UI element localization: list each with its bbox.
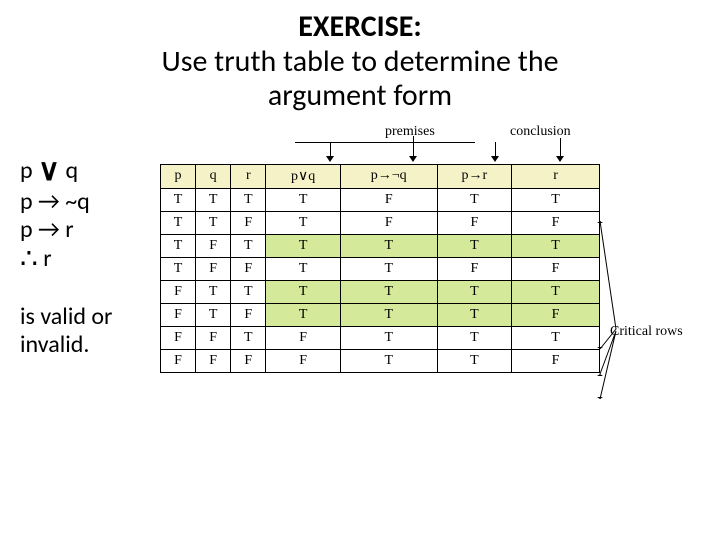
th-pnq: p→¬q: [340, 164, 437, 188]
th-r: r: [231, 164, 266, 188]
table-cell: T: [512, 280, 600, 303]
valid-l1: is valid or: [20, 302, 112, 331]
premises-arrow3-head: [491, 156, 499, 162]
table-cell: T: [340, 349, 437, 372]
label-conclusion: conclusion: [510, 124, 571, 140]
valid-l2: invalid.: [20, 330, 89, 359]
th-q: q: [196, 164, 231, 188]
table-cell: T: [340, 326, 437, 349]
table-cell: T: [340, 257, 437, 280]
table-cell: T: [266, 257, 341, 280]
truth-table-wrap: premises conclusion p: [160, 124, 600, 373]
table-row: FTFTTTF: [161, 303, 600, 326]
table-cell: T: [161, 211, 196, 234]
th-p: p: [161, 164, 196, 188]
table-cell: F: [512, 257, 600, 280]
th-pvq: p∨q: [266, 164, 341, 188]
title-line1: EXERCISE:: [298, 8, 421, 45]
table-cell: T: [196, 211, 231, 234]
table-cell: T: [161, 257, 196, 280]
table-cell: T: [437, 303, 512, 326]
table-cell: F: [512, 211, 600, 234]
table-cell: F: [231, 303, 266, 326]
table-cell: T: [196, 303, 231, 326]
table-cell: T: [266, 234, 341, 257]
table-cell: T: [437, 280, 512, 303]
table-cell: T: [231, 188, 266, 211]
table-cell: F: [196, 257, 231, 280]
table-cell: T: [196, 280, 231, 303]
table-cell: T: [161, 188, 196, 211]
table-cell: T: [512, 188, 600, 211]
table-row: TFTTTTT: [161, 234, 600, 257]
table-cell: F: [161, 326, 196, 349]
table-cell: F: [196, 234, 231, 257]
slide-title: EXERCISE: Use truth table to determine t…: [0, 0, 720, 114]
table-cell: T: [340, 280, 437, 303]
table-cell: T: [266, 188, 341, 211]
table-cell: F: [161, 280, 196, 303]
table-cell: T: [437, 349, 512, 372]
table-cell: T: [231, 326, 266, 349]
table-cell: T: [266, 280, 341, 303]
th-pr: p→r: [437, 164, 512, 188]
table-cell: T: [437, 234, 512, 257]
table-cell: F: [340, 188, 437, 211]
table-cell: T: [340, 234, 437, 257]
title-line3: argument form: [268, 77, 452, 114]
table-row: TTFTFFF: [161, 211, 600, 234]
premises-label-stem: [413, 136, 414, 142]
label-critical-rows: Critical rows: [610, 324, 683, 340]
arg-line4: ∴ r: [20, 244, 52, 273]
table-cell: F: [512, 303, 600, 326]
table-row: TTTTFTT: [161, 188, 600, 211]
premises-arrow1-head: [326, 156, 334, 162]
arg-line3: p → r: [20, 215, 74, 244]
table-row: FFTFTTT: [161, 326, 600, 349]
table-cell: F: [512, 349, 600, 372]
table-row: TFFTTFF: [161, 257, 600, 280]
truth-table: p q r p∨q p→¬q p→r r TTTTFTTTTFTFFFTFTTT…: [160, 164, 600, 373]
table-header-row: p q r p∨q p→¬q p→r r: [161, 164, 600, 188]
table-row: FTTTTTT: [161, 280, 600, 303]
table-cell: F: [231, 349, 266, 372]
table-row: FFFFTTF: [161, 349, 600, 372]
table-cell: T: [437, 188, 512, 211]
table-cell: F: [266, 326, 341, 349]
label-premises: premises: [385, 124, 435, 140]
table-cell: F: [196, 326, 231, 349]
conclusion-arrow-head: [556, 156, 564, 162]
table-cell: T: [266, 303, 341, 326]
table-cell: T: [340, 303, 437, 326]
table-cell: F: [437, 257, 512, 280]
table-cell: T: [161, 234, 196, 257]
table-cell: T: [512, 234, 600, 257]
valid-question: is valid or invalid.: [20, 303, 150, 358]
title-line2: Use truth table to determine the: [161, 43, 558, 80]
conclusion-arrow-stem: [560, 138, 561, 158]
table-cell: F: [161, 349, 196, 372]
table-cell: F: [161, 303, 196, 326]
argument-lines: p ∨ q p → ~q p → r ∴ r: [20, 154, 150, 276]
premises-brace-line: [295, 142, 475, 143]
table-cell: F: [196, 349, 231, 372]
table-cell: T: [231, 280, 266, 303]
arg-line1: p ∨ q: [20, 156, 78, 185]
table-cell: F: [266, 349, 341, 372]
argument-block: p ∨ q p → ~q p → r ∴ r is valid or inval…: [20, 154, 150, 359]
th-rr: r: [512, 164, 600, 188]
table-cell: F: [437, 211, 512, 234]
table-cell: T: [231, 234, 266, 257]
premises-arrow2-head: [409, 156, 417, 162]
table-cell: T: [437, 326, 512, 349]
table-cell: T: [196, 188, 231, 211]
table-cell: T: [266, 211, 341, 234]
table-cell: F: [231, 211, 266, 234]
arg-line2: p → ~q: [20, 187, 90, 216]
table-cell: F: [231, 257, 266, 280]
table-cell: T: [512, 326, 600, 349]
table-cell: F: [340, 211, 437, 234]
table-annotations: premises conclusion: [160, 124, 600, 164]
